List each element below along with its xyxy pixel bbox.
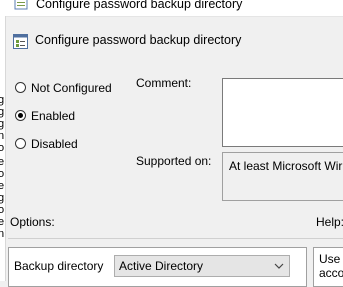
supported-on-box: At least Microsoft Wir — [222, 152, 343, 201]
radio-disabled-label[interactable]: Disabled — [31, 137, 78, 151]
options-section-label: Options: — [10, 215, 55, 229]
background-text-fragment: n — [0, 228, 4, 241]
background-text-fragment: o — [0, 142, 4, 155]
radio-disabled[interactable] — [15, 138, 26, 149]
radio-not-configured-label[interactable]: Not Configured — [31, 81, 112, 95]
window-titlebar: Configure password backup directory — [0, 0, 343, 17]
policy-title: Configure password backup directory — [35, 33, 242, 47]
help-text-line: Use t — [319, 252, 343, 266]
backup-directory-value: Active Directory — [119, 259, 204, 273]
radio-not-configured[interactable] — [15, 82, 26, 93]
policy-setting-icon — [13, 34, 28, 49]
comment-textarea[interactable] — [222, 78, 343, 147]
supported-on-label: Supported on: — [136, 154, 212, 168]
policy-window-icon — [14, 0, 28, 10]
backup-directory-label: Backup directory — [14, 259, 104, 273]
section-divider — [8, 238, 343, 239]
window-title: Configure password backup directory — [36, 0, 243, 11]
background-window-edge: g g g n o e o e g o e n — [0, 16, 6, 281]
help-panel: Use t acco — [313, 247, 343, 287]
chevron-down-icon — [274, 263, 284, 269]
help-section-label: Help: — [316, 215, 343, 229]
backup-directory-select[interactable]: Active Directory — [114, 255, 290, 277]
supported-on-value: At least Microsoft Wir — [229, 159, 343, 173]
radio-enabled[interactable] — [15, 110, 26, 121]
help-text-line: acco — [319, 266, 343, 280]
comment-label: Comment: — [136, 76, 192, 90]
radio-enabled-label[interactable]: Enabled — [31, 109, 75, 123]
